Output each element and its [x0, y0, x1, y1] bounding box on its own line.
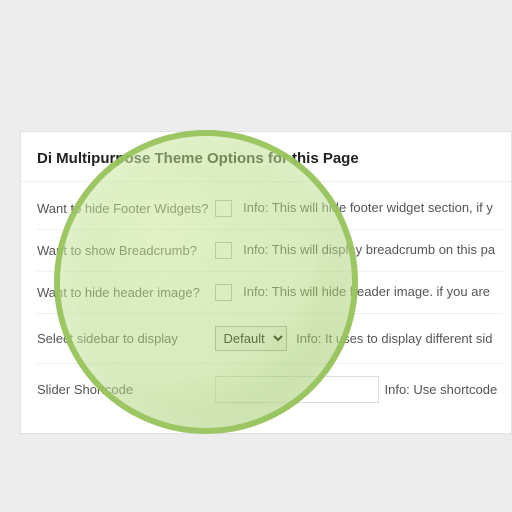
table-row: Want to hide header image? Info: This wi… [37, 272, 503, 314]
panel-title: Di Multipurpose Theme Options for this P… [37, 150, 491, 167]
option-info: Info: Use shortcode [385, 364, 504, 416]
table-row: Want to hide Footer Widgets? Info: This … [37, 188, 503, 230]
show-breadcrumb-checkbox[interactable] [215, 242, 232, 259]
table-row: Select sidebar to display Default Info: … [37, 314, 503, 364]
option-label: Slider Shortcode [37, 364, 215, 416]
sidebar-select[interactable]: Default [215, 326, 287, 351]
option-info: Info: It uses to display different sid [296, 331, 492, 346]
table-row: Slider Shortcode Info: Use shortcode [37, 364, 503, 416]
option-info: Info: This will hide header image. if yo… [243, 284, 490, 299]
divider [21, 181, 511, 182]
hide-header-image-checkbox[interactable] [215, 284, 232, 301]
table-row: Want to show Breadcrumb? Info: This will… [37, 230, 503, 272]
slider-shortcode-input[interactable] [215, 376, 379, 403]
option-info: Info: This will hide footer widget secti… [243, 200, 493, 215]
option-label: Want to hide Footer Widgets? [37, 188, 215, 230]
option-label: Select sidebar to display [37, 314, 215, 364]
option-label: Want to show Breadcrumb? [37, 230, 215, 272]
option-label: Want to hide header image? [37, 272, 215, 314]
theme-options-panel: Di Multipurpose Theme Options for this P… [20, 131, 512, 434]
hide-footer-widgets-checkbox[interactable] [215, 200, 232, 217]
option-info: Info: This will display breadcrumb on th… [243, 242, 495, 257]
options-table: Want to hide Footer Widgets? Info: This … [37, 188, 503, 415]
